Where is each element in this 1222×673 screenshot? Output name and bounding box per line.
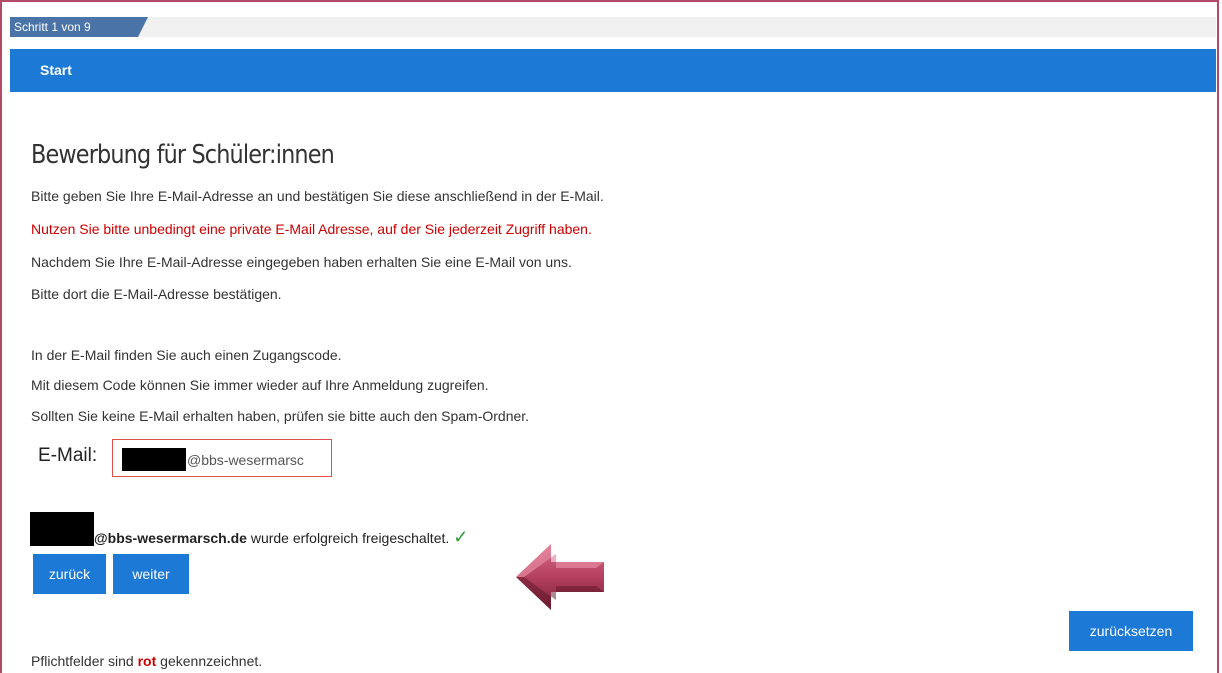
- reset-button[interactable]: zurücksetzen: [1069, 611, 1193, 651]
- section-title: Start: [40, 62, 72, 78]
- checkmark-icon: ✓: [453, 527, 469, 547]
- left-arrow-icon: [516, 544, 604, 610]
- progress-strip: Schritt 1 von 9: [10, 17, 1216, 37]
- footer-text: gekennzeichnet.: [156, 653, 263, 669]
- instruction-line: Nachdem Sie Ihre E-Mail-Adresse eingegeb…: [31, 254, 572, 270]
- instruction-line: Bitte geben Sie Ihre E-Mail-Adresse an u…: [31, 188, 604, 204]
- instruction-line: Bitte dort die E-Mail-Adresse bestätigen…: [31, 286, 282, 302]
- next-button[interactable]: weiter: [113, 554, 189, 594]
- email-field-value: @bbs-wesermarsc: [187, 452, 304, 468]
- footer-highlight: rot: [137, 653, 157, 669]
- confirmed-address: @bbs-wesermarsch.de: [94, 530, 247, 546]
- back-button[interactable]: zurück: [33, 554, 106, 594]
- email-field[interactable]: @bbs-wesermarsc: [112, 439, 332, 477]
- warning-line: Nutzen Sie bitte unbedingt eine private …: [31, 221, 592, 237]
- instruction-line: Sollten Sie keine E-Mail erhalten haben,…: [31, 408, 530, 424]
- footer-text: Pflichtfelder sind: [31, 653, 138, 669]
- required-fields-note: Pflichtfelder sind rot gekennzeichnet.: [31, 653, 262, 669]
- confirmation-text: wurde erfolgreich freigeschaltet.: [246, 530, 450, 546]
- confirmation-message: @bbs-wesermarsch.de wurde erfolgreich fr…: [30, 512, 468, 546]
- page-title: Bewerbung für Schüler:innen: [31, 140, 335, 170]
- instruction-line: Mit diesem Code können Sie immer wieder …: [31, 377, 489, 393]
- redaction-box: [122, 448, 186, 471]
- section-header: Start: [10, 49, 1216, 92]
- step-indicator: Schritt 1 von 9: [10, 17, 148, 37]
- redaction-box: [30, 512, 94, 546]
- email-label: E-Mail:: [38, 445, 98, 466]
- instruction-line: In der E-Mail finden Sie auch einen Zuga…: [31, 347, 342, 363]
